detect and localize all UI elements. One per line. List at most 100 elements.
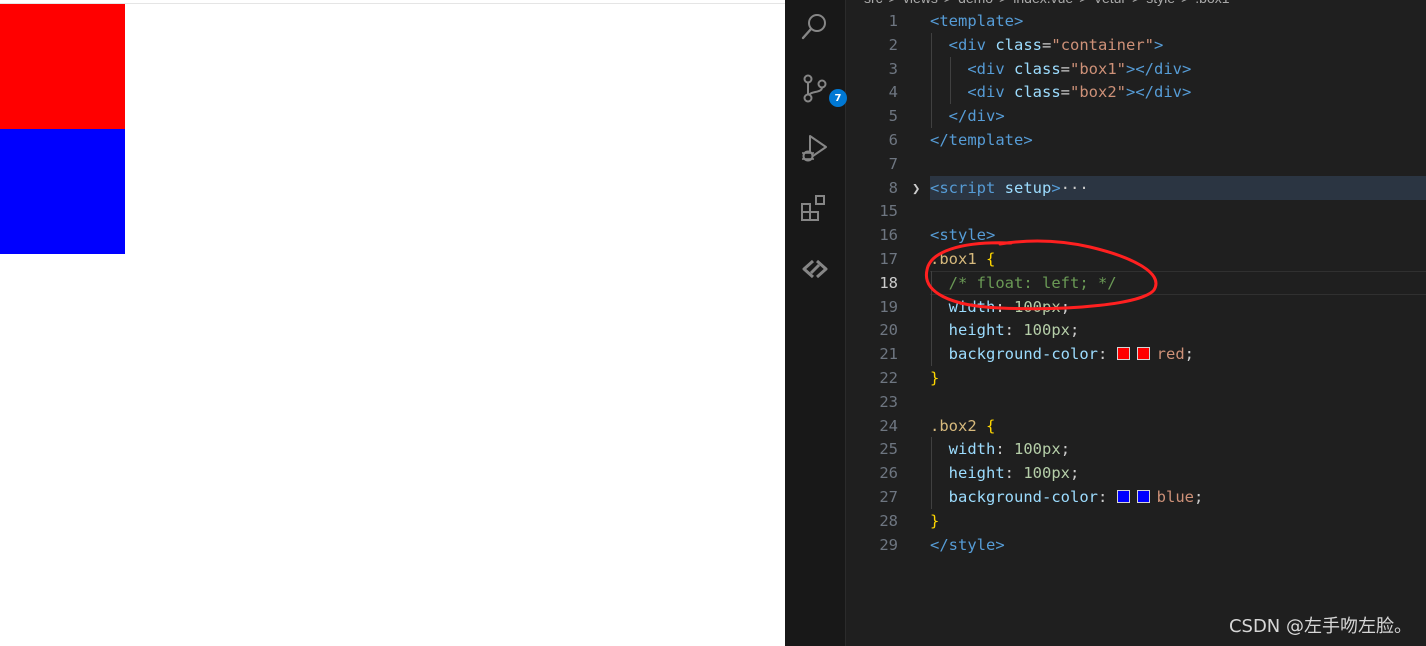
color-swatch[interactable] [1116,490,1130,503]
code-line[interactable]: 17 .box1 { [846,247,1426,271]
code-line[interactable]: 3 <div class="box1"></div> [846,57,1426,81]
indent-guide [950,56,951,105]
line-text: <div class="box1"></div> [930,60,1191,78]
line-number: 19 [879,297,898,316]
source-control-icon[interactable]: 7 [799,72,847,107]
code-token: > [1154,35,1164,54]
line-number: 1 [888,12,898,30]
extensions-icon[interactable] [799,193,831,225]
code-line[interactable]: 28} [846,509,1426,533]
line-text: </div> [930,107,1005,125]
line-number: 5 [888,107,898,126]
line-text: height: 100px; [930,464,1080,483]
code-line[interactable]: 24 .box2 { [846,414,1426,438]
code-line[interactable]: 1 <template> [846,9,1426,33]
code-editor[interactable]: src > views > demo > index.vue > Vetur > style > .bo… [846,0,1426,646]
line-number: 27 [879,488,898,506]
search-icon[interactable] [799,11,831,43]
code-token: "box2" [1070,83,1127,102]
breadcrumb-item[interactable]: Vetur [1093,0,1126,6]
watermark: CSDN @左手吻左脸。 [1228,616,1412,637]
code-token: background-color [948,488,1098,506]
line-number: 17 [879,250,898,268]
indent-guide [931,32,932,128]
breadcrumb-item[interactable]: src [864,0,883,6]
color-swatch[interactable] [1116,347,1130,361]
code-token: setup [1004,178,1052,197]
code-line[interactable]: 16 <style> [846,223,1426,247]
code-token: class [995,35,1043,54]
breadcrumb-item[interactable]: style [1146,0,1175,6]
run-debug-icon[interactable] [799,132,831,164]
code-token: : [1004,464,1024,483]
line-number: 6 [888,131,898,149]
line-number: 18 [879,273,898,292]
code-line[interactable]: 20 height: 100px; [846,318,1426,342]
line-number: 29 [879,535,898,554]
code-line[interactable]: 19 width: 100px; [846,295,1426,319]
line-number: 24 [879,416,898,435]
line-text: .box1 { [930,250,995,268]
code-token: : [1004,321,1024,340]
breadcrumb-separator: > [999,0,1007,6]
line-number: 23 [879,392,898,411]
code-line[interactable]: 5 </div> [846,104,1426,128]
code-line[interactable]: 6 </template> [846,128,1426,152]
code-line[interactable]: 26 height: 100px; [846,461,1426,485]
breadcrumb-item[interactable]: demo [958,0,993,6]
code-line[interactable]: 25 width: 100px; [846,437,1426,461]
code-token: "box1" [1070,59,1127,78]
code-token: <div [948,35,996,54]
remote-icon[interactable] [799,253,831,285]
code-token: : [995,297,1015,316]
code-token: class [1014,59,1061,78]
breadcrumb-item[interactable]: .box1 [1195,0,1229,6]
line-number: 28 [879,511,898,530]
code-token: ; [1184,345,1194,364]
line-text: <script setup>··· [930,179,1089,197]
code-line[interactable]: 27 background-color: blue; [846,485,1426,509]
code-line[interactable]: 23 [846,390,1426,414]
line-text: </style> [930,536,1005,554]
browser-preview [0,0,785,646]
code-line[interactable]: 21 background-color: red; [846,342,1426,366]
code-token: ; [1060,440,1071,459]
breadcrumb-separator: > [1132,0,1140,6]
code-token: width [948,440,996,459]
color-swatch[interactable] [1136,347,1150,361]
code-token: <script [930,178,1005,197]
line-text: <template> [930,12,1023,30]
code-line[interactable]: 18 /* float: left; */ [846,271,1426,295]
code-line[interactable]: 15 [846,199,1426,223]
line-text: </template> [930,131,1033,149]
breadcrumb-item[interactable]: index.vue [1013,0,1073,6]
line-number: 20 [879,321,898,340]
code-token: } [930,511,940,530]
line-text: .box2 { [930,417,995,435]
code-line[interactable]: 29 </style> [846,533,1426,557]
code-token: <style> [930,226,996,245]
code-line[interactable]: 4 <div class="box2"></div> [846,80,1426,104]
code-line[interactable]: 7 [846,152,1426,176]
code-token: 100px [1014,440,1061,459]
code-token: .box2 [930,416,986,435]
line-text: background-color: blue; [930,488,1204,506]
code-line[interactable]: 8 ❯ <script setup>··· [846,176,1426,200]
line-number: 22 [879,369,898,387]
code-token: ··· [1060,178,1089,197]
line-text: } [930,369,939,387]
code-line[interactable]: 2 <div class="container"> [846,33,1426,57]
breadcrumb-separator: > [1181,0,1189,6]
code-token: > [1051,178,1061,197]
line-text: } [930,512,939,530]
code-token: </style> [930,535,1005,554]
code-token: "container" [1051,35,1155,54]
breadcrumb-item[interactable]: views [903,0,938,6]
code-token: = [1060,83,1071,102]
color-swatch[interactable] [1136,490,1150,503]
fold-chevron-icon[interactable]: ❯ [912,181,920,197]
line-number: 4 [888,83,898,102]
code-token: ></div> [1126,83,1192,102]
code-line[interactable]: 22} [846,366,1426,390]
line-text: width: 100px; [930,440,1070,458]
